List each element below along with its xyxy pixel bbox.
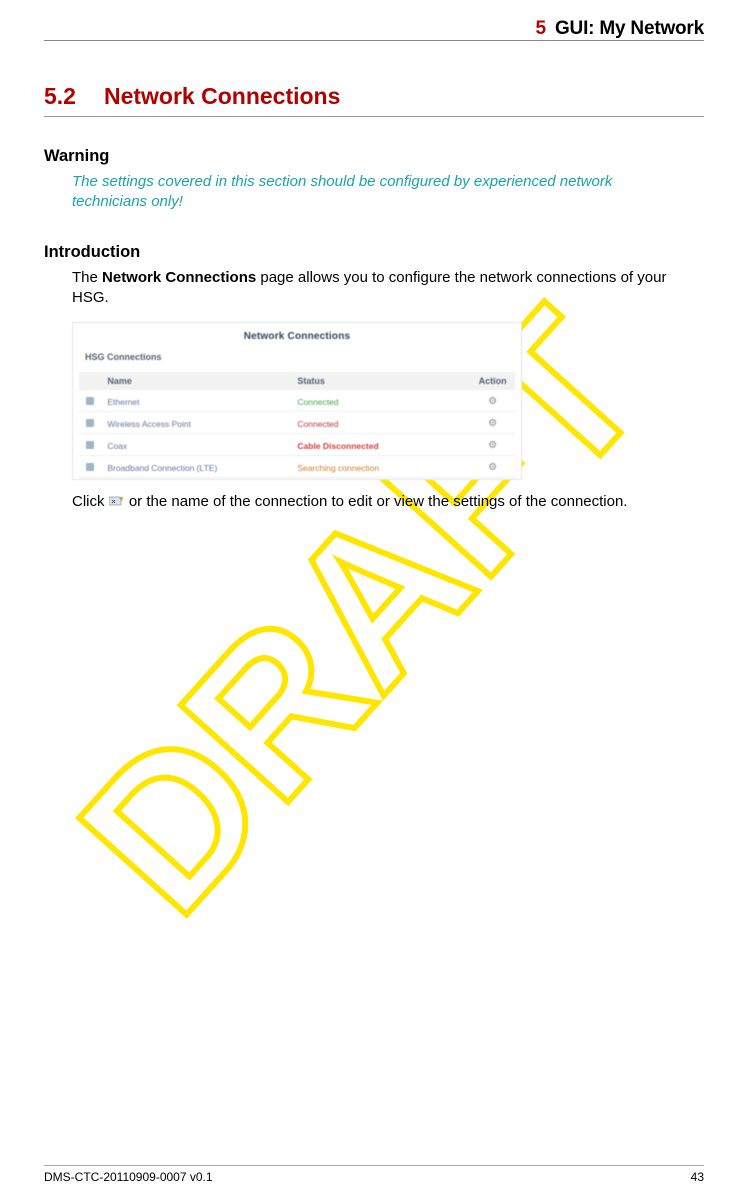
row-name[interactable]: Coax [101,436,291,456]
network-connections-panel: Network Connections HSG Connections Name… [72,322,522,480]
click-instruction: Click or the name of the connection to e… [72,492,682,512]
row-icon [79,436,101,456]
table-row[interactable]: Wireless Access PointConnected ⚙ [79,414,515,434]
chapter-header: 5 GUI: My Network [44,18,704,42]
row-status: Searching connection [291,458,470,478]
section-title: Network Connections [104,83,340,110]
gear-icon[interactable]: ⚙ [488,396,497,407]
header-divider [44,40,704,41]
warning-heading: Warning [44,147,704,166]
col-status: Status [291,372,470,390]
row-action[interactable]: ⚙ [470,436,515,456]
row-action[interactable]: ⚙ [470,392,515,412]
table-row[interactable]: CoaxCable Disconnected ⚙ [79,436,515,456]
gear-icon[interactable]: ⚙ [488,462,497,473]
row-status: Connected [291,392,470,412]
table-row[interactable]: Broadband Connection (LTE)Searching conn… [79,458,515,478]
table-header-row: Name Status Action [79,372,515,390]
row-icon [79,392,101,412]
row-status: Connected [291,414,470,434]
row-status: Cable Disconnected [291,436,470,456]
row-name[interactable]: Ethernet [101,392,291,412]
click-before: Click [72,493,109,510]
row-name[interactable]: Wireless Access Point [101,414,291,434]
row-action[interactable]: ⚙ [470,414,515,434]
gear-icon[interactable]: ⚙ [488,440,497,451]
chapter-number: 5 [536,18,546,39]
table-row[interactable]: EthernetConnected ⚙ [79,392,515,412]
chapter-title: GUI: My Network [555,18,704,39]
connections-table: Name Status Action EthernetConnected⚙Wir… [79,370,515,480]
row-icon [79,458,101,478]
click-after: or the name of the connection to edit or… [125,493,628,510]
row-action[interactable]: ⚙ [470,458,515,478]
row-icon [79,414,101,434]
warning-text: The settings covered in this section sho… [72,172,672,213]
intro-before: The [72,269,102,286]
col-action: Action [470,372,515,390]
row-name[interactable]: Broadband Connection (LTE) [101,458,291,478]
section-heading: 5.2 Network Connections [44,83,704,117]
intro-bold: Network Connections [102,269,256,286]
intro-text: The Network Connections page allows you … [72,268,682,309]
col-name: Name [101,372,291,390]
panel-section-label: HSG Connections [79,350,515,364]
edit-icon [109,493,125,505]
page-footer: DMS-CTC-20110909-0007 v0.1 43 [0,1165,748,1204]
doc-id: DMS-CTC-20110909-0007 v0.1 [44,1170,213,1184]
section-number: 5.2 [44,83,76,110]
panel-title: Network Connections [79,329,515,350]
page-number: 43 [691,1170,704,1184]
gear-icon[interactable]: ⚙ [488,418,497,429]
intro-heading: Introduction [44,243,704,262]
footer-divider [44,1165,704,1166]
